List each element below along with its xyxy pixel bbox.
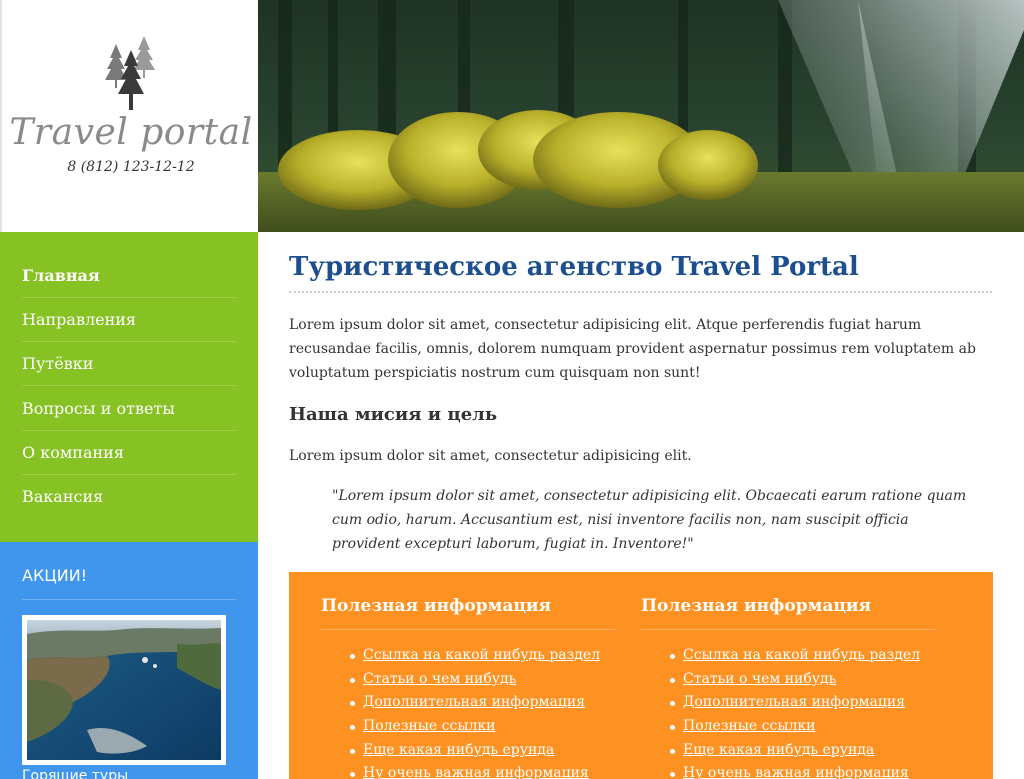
phone-number: 8 (812) 123-12-12 [67, 159, 195, 175]
forest-scene [258, 0, 1024, 232]
list-item: Ну очень важная информация [349, 765, 600, 779]
list-item: Ссылка на какой нибудь раздел [349, 647, 600, 671]
info-link[interactable]: Ссылка на какой нибудь раздел [683, 647, 920, 663]
info-link[interactable]: Еще какая нибудь ерунда [683, 742, 874, 758]
info-link[interactable]: Ссылка на какой нибудь раздел [363, 647, 600, 663]
list-item: Ну очень важная информация [669, 765, 920, 779]
info-link-list: Ссылка на какой нибудь раздел Статьи о ч… [669, 647, 920, 779]
title-divider [289, 291, 992, 293]
info-link[interactable]: Еще какая нибудь ерунда [363, 742, 554, 758]
nav-item-tours[interactable]: Путёвки [22, 342, 236, 386]
nav-item-destinations[interactable]: Направления [22, 298, 236, 342]
main-nav: Главная Направления Путёвки Вопросы и от… [0, 232, 258, 542]
list-item: Еще какая нибудь ерунда [669, 742, 920, 766]
info-column-1: Полезная информация Ссылка на какой нибу… [321, 572, 641, 779]
coast-photo [27, 620, 221, 760]
info-link[interactable]: Дополнительная информация [683, 694, 905, 710]
promo-image[interactable] [22, 615, 226, 765]
promo-title: АКЦИИ! [22, 566, 88, 585]
info-link[interactable]: Полезные ссылки [363, 718, 495, 734]
hero-image [258, 0, 1024, 232]
list-item: Еще какая нибудь ерунда [349, 742, 600, 766]
mission-paragraph: Lorem ipsum dolor sit amet, consectetur … [289, 448, 692, 464]
nav-item-home[interactable]: Главная [22, 254, 236, 298]
useful-info-box: Полезная информация Ссылка на какой нибу… [289, 572, 993, 779]
promo-divider [22, 599, 236, 600]
info-link[interactable]: Ну очень важная информация [363, 765, 589, 779]
info-link[interactable]: Ну очень важная информация [683, 765, 909, 779]
list-item: Полезные ссылки [349, 718, 600, 742]
intro-paragraph: Lorem ipsum dolor sit amet, consectetur … [289, 317, 976, 381]
pine-trees-icon [105, 36, 155, 110]
promo-box: АКЦИИ! Горящие туры [0, 542, 258, 779]
list-item: Статьи о чем нибудь [349, 671, 600, 695]
nav-item-about[interactable]: О компания [22, 431, 236, 475]
list-item: Дополнительная информация [349, 694, 600, 718]
logo[interactable]: Travel portal 8 (812) 123-12-12 [0, 0, 258, 232]
sidebar: Travel portal 8 (812) 123-12-12 Главная … [0, 0, 258, 779]
info-column-title: Полезная информация [321, 596, 552, 616]
info-link[interactable]: Статьи о чем нибудь [363, 671, 516, 687]
list-item: Полезные ссылки [669, 718, 920, 742]
info-link[interactable]: Полезные ссылки [683, 718, 815, 734]
page-title: Туристическое агенство Travel Portal [289, 252, 859, 282]
blockquote: "Lorem ipsum dolor sit amet, consectetur… [332, 488, 967, 552]
main-content: Туристическое агенство Travel Portal Lor… [258, 232, 1024, 779]
list-item: Дополнительная информация [669, 694, 920, 718]
info-column-2: Полезная информация Ссылка на какой нибу… [641, 572, 961, 779]
info-link-list: Ссылка на какой нибудь раздел Статьи о ч… [349, 647, 600, 779]
info-divider [321, 629, 617, 630]
list-item: Ссылка на какой нибудь раздел [669, 647, 920, 671]
info-column-title: Полезная информация [641, 596, 872, 616]
info-link[interactable]: Статьи о чем нибудь [683, 671, 836, 687]
nav-item-faq[interactable]: Вопросы и ответы [22, 387, 236, 431]
info-divider [641, 629, 937, 630]
nav-item-vacancies[interactable]: Вакансия [22, 475, 236, 519]
mission-heading: Наша мисия и цель [289, 404, 498, 425]
info-link[interactable]: Дополнительная информация [363, 694, 585, 710]
logo-title: Travel portal [9, 112, 253, 153]
promo-caption[interactable]: Горящие туры [22, 768, 128, 779]
list-item: Статьи о чем нибудь [669, 671, 920, 695]
